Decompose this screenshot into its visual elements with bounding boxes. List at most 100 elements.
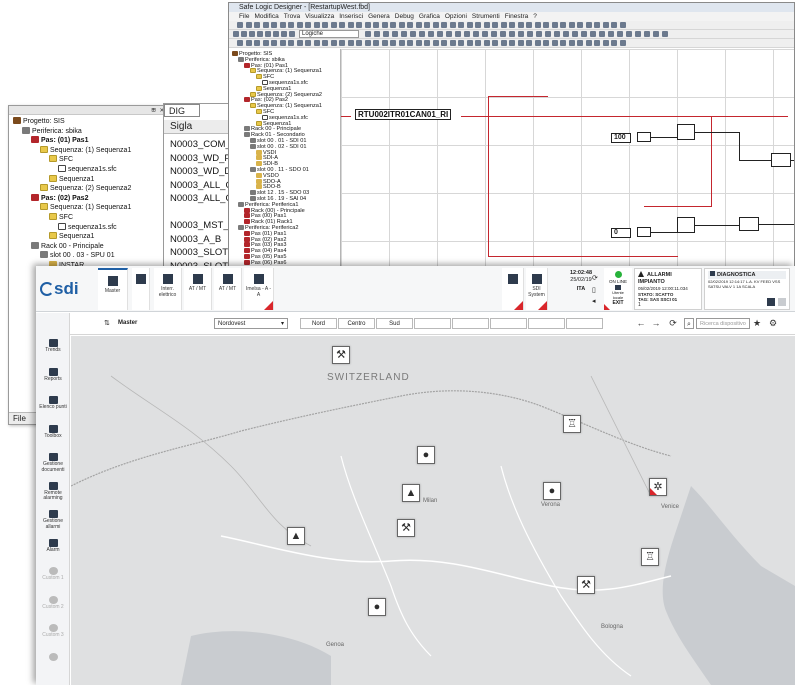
toolbar-button-icon[interactable] bbox=[415, 40, 422, 46]
back-arrow-icon[interactable]: ← bbox=[636, 318, 646, 329]
toolbar-button-icon[interactable] bbox=[365, 31, 371, 37]
diagnostics-panel[interactable]: DIAGNOSTICA 02/02/2019 12:14:17 L.A. KV … bbox=[704, 268, 790, 310]
toolbar-button-icon[interactable] bbox=[313, 22, 320, 28]
drop-icon[interactable]: ● bbox=[543, 482, 561, 500]
toolbar-button-icon[interactable] bbox=[446, 31, 452, 37]
dig-table-row[interactable]: N0003_WD_PR bbox=[170, 152, 234, 165]
toolbar-button-icon[interactable] bbox=[432, 22, 439, 28]
toolbar-button-icon[interactable] bbox=[356, 22, 362, 28]
toolbar-button-icon[interactable] bbox=[545, 31, 551, 37]
sidebar-item[interactable]: Gestione documenti bbox=[36, 453, 70, 473]
region-tab[interactable]: Sud bbox=[376, 318, 413, 329]
toolbar-button-icon[interactable] bbox=[373, 22, 379, 28]
toolbar-button-icon[interactable] bbox=[373, 40, 379, 46]
rtu-tag-label[interactable]: RTU002ITR01CAN01_RI bbox=[355, 109, 452, 120]
toolbar-button-icon[interactable] bbox=[398, 40, 405, 46]
region-tab[interactable] bbox=[566, 318, 603, 329]
menu-item[interactable]: Modifica bbox=[254, 13, 278, 20]
dig-tab[interactable]: DIG bbox=[164, 104, 200, 117]
toolbar-button-icon[interactable] bbox=[245, 22, 252, 28]
toolbar-button-icon[interactable] bbox=[572, 31, 578, 37]
toolbar-button-icon[interactable] bbox=[662, 31, 668, 37]
toolbar-button-icon[interactable] bbox=[492, 40, 498, 46]
settings-gear-icon[interactable]: ⚙ bbox=[768, 318, 778, 329]
toolbar-button-icon[interactable] bbox=[322, 40, 328, 46]
tree-item[interactable]: Progetto: SIS bbox=[13, 117, 65, 126]
tree-item[interactable]: SFC bbox=[49, 213, 73, 222]
drop-icon[interactable]: ● bbox=[368, 598, 386, 616]
menu-item[interactable]: Debug bbox=[395, 13, 414, 20]
toolbar-button-icon[interactable] bbox=[441, 22, 447, 28]
toolbar-button-icon[interactable] bbox=[466, 22, 473, 28]
menu-item[interactable]: Genera bbox=[368, 13, 390, 20]
toolbar-button-icon[interactable] bbox=[526, 40, 532, 46]
toolbar-button-icon[interactable] bbox=[381, 22, 388, 28]
toolbar-button-icon[interactable] bbox=[635, 31, 641, 37]
toolbar-button-icon[interactable] bbox=[568, 22, 575, 28]
toolbar-button-icon[interactable] bbox=[407, 22, 413, 28]
dig-table-row[interactable]: N0003_ALL_CAN_2 bbox=[170, 192, 234, 205]
toolbar-button-icon[interactable] bbox=[437, 31, 443, 37]
dig-table-row[interactable]: N0003_ALL_CAN_1 bbox=[170, 179, 234, 192]
toolbar-button-icon[interactable] bbox=[602, 22, 609, 28]
toolbar-button-icon[interactable] bbox=[543, 40, 549, 46]
tree-item[interactable]: Rack 00 - Principale bbox=[31, 241, 104, 251]
gears-icon[interactable]: ✲ bbox=[649, 478, 667, 496]
toolbar-button-icon[interactable] bbox=[602, 40, 609, 46]
toolbar-button-icon[interactable] bbox=[608, 31, 614, 37]
toolbar-button-icon[interactable] bbox=[491, 31, 497, 37]
dig-table-row[interactable]: N0003_SLOT004_S bbox=[170, 246, 234, 259]
toolbar-button-icon[interactable] bbox=[626, 31, 632, 37]
region-tab[interactable] bbox=[490, 318, 527, 329]
toolbar-button-icon[interactable] bbox=[257, 31, 263, 37]
toolbar-button-icon[interactable] bbox=[449, 40, 456, 46]
plant-button[interactable]: AT / MT bbox=[214, 268, 242, 310]
menu-item[interactable]: Grafica bbox=[419, 13, 440, 20]
toolbar-button-icon[interactable] bbox=[517, 22, 524, 28]
toolbar-button-icon[interactable] bbox=[441, 40, 447, 46]
sidebar-item[interactable]: Trends bbox=[36, 339, 70, 354]
toolbar-button-icon[interactable] bbox=[374, 31, 380, 37]
toolbar-button-icon[interactable] bbox=[339, 22, 345, 28]
toolbar-button-icon[interactable] bbox=[424, 22, 430, 28]
toolbar-button-icon[interactable] bbox=[577, 22, 583, 28]
toolbar-button-icon[interactable] bbox=[271, 22, 277, 28]
toolbar-button-icon[interactable] bbox=[619, 22, 626, 28]
toolbar-button-icon[interactable] bbox=[534, 22, 541, 28]
menu-item[interactable]: Trova bbox=[284, 13, 300, 20]
toolbar-button-icon[interactable] bbox=[518, 31, 524, 37]
toolbar-button-icon[interactable] bbox=[288, 22, 294, 28]
toolbar-button-icon[interactable] bbox=[500, 22, 507, 28]
toolbar-button-icon[interactable] bbox=[475, 22, 481, 28]
toolbar-button-icon[interactable] bbox=[296, 22, 303, 28]
function-block[interactable] bbox=[677, 217, 695, 233]
toolbar-button-icon[interactable] bbox=[410, 31, 416, 37]
toolbar-button-icon[interactable] bbox=[585, 40, 592, 46]
toolbar-button-icon[interactable] bbox=[483, 22, 490, 28]
sidebar-item[interactable]: Elenco punti bbox=[36, 396, 70, 411]
toolbar-button-icon[interactable] bbox=[581, 31, 587, 37]
toolbar-button-icon[interactable] bbox=[483, 40, 490, 46]
toolbar-button-icon[interactable] bbox=[594, 40, 600, 46]
toolbar-button-icon[interactable] bbox=[594, 22, 600, 28]
toolbar-button-icon[interactable] bbox=[392, 31, 398, 37]
system-button[interactable] bbox=[502, 268, 524, 310]
region-tab[interactable]: Centro bbox=[338, 318, 375, 329]
toolbar-button-icon[interactable] bbox=[383, 31, 389, 37]
region-dropdown[interactable]: Nordovest ▾ bbox=[214, 318, 288, 329]
tree-item[interactable]: Sequenza1 bbox=[49, 174, 94, 184]
sidebar-item[interactable]: Toolbox bbox=[36, 424, 70, 440]
exit-button[interactable]: EXIT bbox=[607, 300, 629, 307]
fbd-canvas[interactable]: RTU002ITR01CAN01_RI 100 0 bbox=[341, 49, 794, 271]
toolbar-button-icon[interactable] bbox=[279, 22, 286, 28]
search-icon[interactable]: ⌕ bbox=[684, 318, 694, 329]
sidebar-item[interactable]: Custom 1 bbox=[36, 567, 70, 582]
toolbar-button-icon[interactable] bbox=[305, 22, 311, 28]
tree-item[interactable]: Sequenza: (1) Sequenza1 bbox=[40, 145, 131, 155]
logic-type-dropdown[interactable]: Logiche bbox=[299, 30, 359, 38]
toolbar-button-icon[interactable] bbox=[534, 40, 541, 46]
refresh-icon[interactable]: ⟳ bbox=[592, 274, 600, 282]
tree-item[interactable]: Sequenza1 bbox=[49, 232, 94, 241]
toolbar-button-icon[interactable] bbox=[599, 31, 605, 37]
toolbar-button-icon[interactable] bbox=[419, 31, 425, 37]
